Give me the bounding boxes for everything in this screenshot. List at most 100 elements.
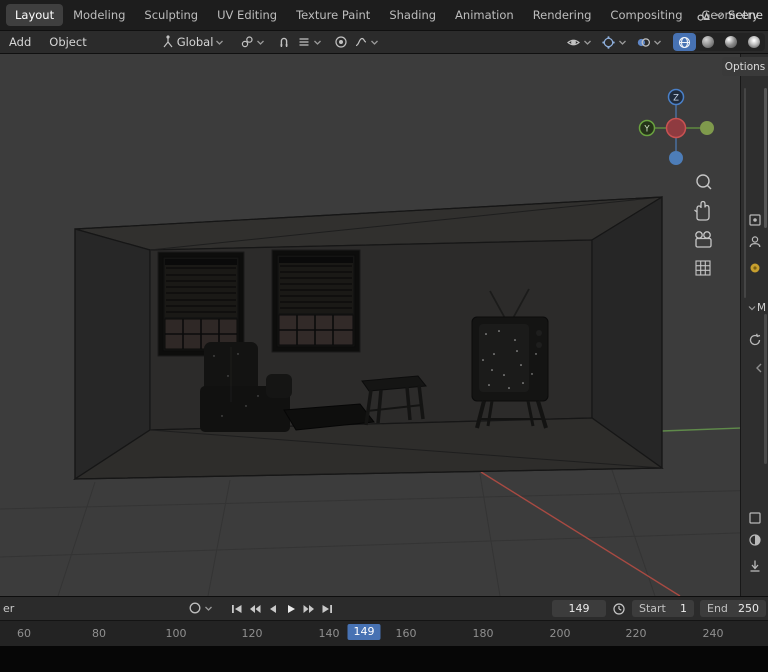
current-frame-value: 149 <box>569 602 590 615</box>
gizmo-neg-z-ball[interactable] <box>669 151 683 165</box>
window-right <box>272 250 360 352</box>
timeline-ruler[interactable]: 60 80 100 120 140 160 180 200 220 240 14… <box>0 620 768 646</box>
scene-selector[interactable]: Scene <box>696 0 763 30</box>
chevron-left-icon[interactable] <box>751 360 767 376</box>
next-keyframe-icon <box>302 602 316 616</box>
tab-sculpting[interactable]: Sculpting <box>135 4 207 26</box>
snap-with-dropdown[interactable] <box>294 35 325 49</box>
ruler-tick: 100 <box>166 627 187 640</box>
timeline-cropped-menu[interactable]: er <box>3 602 14 615</box>
magnet-icon <box>277 35 291 49</box>
snap-increment-icon <box>297 35 311 49</box>
tab-compositing[interactable]: Compositing <box>601 4 691 26</box>
3d-viewport[interactable]: Z Y <box>0 54 768 596</box>
playback-controls <box>228 600 336 617</box>
end-frame-field[interactable]: End 250 <box>700 600 766 617</box>
viewport-shading-group <box>673 33 765 51</box>
play-reverse-icon <box>266 602 280 616</box>
orientation-axes-icon <box>161 35 175 49</box>
proportional-editing-icon <box>334 35 348 49</box>
object-menu[interactable]: Object <box>40 35 95 49</box>
jump-to-start-button[interactable] <box>228 600 246 617</box>
tab-texture-paint[interactable]: Texture Paint <box>287 4 379 26</box>
ruler-tick: 240 <box>703 627 724 640</box>
gizmo-x-ball[interactable] <box>667 119 686 138</box>
scrollbar[interactable] <box>764 314 767 464</box>
scrollbar[interactable] <box>744 88 746 298</box>
falloff-curve-icon <box>354 35 368 49</box>
prev-keyframe-icon <box>248 602 262 616</box>
tab-layout[interactable]: Layout <box>6 4 63 26</box>
auto-key-icon <box>188 601 202 615</box>
play-button[interactable] <box>282 600 300 617</box>
add-menu[interactable]: Add <box>0 35 40 49</box>
play-reverse-button[interactable] <box>264 600 282 617</box>
ruler-tick: 220 <box>626 627 647 640</box>
tab-modeling[interactable]: Modeling <box>64 4 134 26</box>
wireframe-shading-icon <box>678 36 691 49</box>
visibility-dropdown[interactable] <box>563 35 595 50</box>
current-frame-field[interactable]: 149 <box>552 600 606 617</box>
gizmo-neg-y-ball[interactable] <box>700 121 714 135</box>
viewport-scene: Z Y <box>0 54 768 596</box>
ruler-tick: 140 <box>319 627 340 640</box>
material-shading-icon <box>725 36 737 48</box>
shading-rendered-button[interactable] <box>742 33 765 51</box>
editor-square-icon[interactable] <box>747 212 763 228</box>
show-gizmo-dropdown[interactable] <box>598 35 630 50</box>
options-button[interactable]: Options <box>722 57 768 76</box>
gizmo-y-label: Y <box>643 125 650 135</box>
next-keyframe-button[interactable] <box>300 600 318 617</box>
transform-orientation-dropdown[interactable]: Global <box>158 35 228 49</box>
clock-icon[interactable] <box>612 602 626 616</box>
frame-range-controls: 149 Start 1 End 250 <box>552 600 766 617</box>
tab-animation[interactable]: Animation <box>446 4 523 26</box>
chevron-down-icon <box>215 38 224 47</box>
show-overlays-dropdown[interactable] <box>633 35 665 50</box>
scene-yellow-icon[interactable] <box>747 260 763 276</box>
pivot-point-icon <box>240 35 254 49</box>
chevron-down-icon <box>256 38 265 47</box>
jump-end-icon <box>320 602 334 616</box>
ruler-tick: 160 <box>396 627 417 640</box>
viewport-header: Add Object Global <box>0 30 768 54</box>
jump-to-end-button[interactable] <box>318 600 336 617</box>
ruler-tick: 200 <box>550 627 571 640</box>
shading-solid-button[interactable] <box>696 33 719 51</box>
chevron-down-icon <box>715 11 724 20</box>
download-icon[interactable] <box>747 558 763 574</box>
ruler-tick: 120 <box>242 627 263 640</box>
overlays-icon <box>636 35 651 50</box>
tab-uv-editing[interactable]: UV Editing <box>208 4 286 26</box>
end-value: 250 <box>738 602 766 615</box>
ruler-tick: 80 <box>92 627 106 640</box>
snap-toggle-button[interactable] <box>274 35 294 49</box>
end-label: End <box>700 602 728 615</box>
object-person-icon[interactable] <box>747 234 763 250</box>
tab-shading[interactable]: Shading <box>380 4 445 26</box>
falloff-dropdown[interactable] <box>351 35 382 49</box>
proportional-editing-toggle[interactable] <box>331 35 351 49</box>
timeline-header: er <box>0 596 768 620</box>
chevron-down-icon <box>370 38 379 47</box>
auto-keying-toggle[interactable] <box>188 601 213 615</box>
scene-name-label: Scene <box>728 8 763 22</box>
refresh-icon[interactable] <box>747 332 763 348</box>
chevron-down-icon <box>653 38 662 47</box>
tab-rendering[interactable]: Rendering <box>524 4 601 26</box>
current-frame-indicator[interactable]: 149 <box>348 624 381 640</box>
contrast-icon[interactable] <box>747 532 763 548</box>
square-icon[interactable] <box>747 510 763 526</box>
shading-wireframe-button[interactable] <box>673 33 696 51</box>
pivot-point-dropdown[interactable] <box>237 35 268 49</box>
start-label: Start <box>632 602 666 615</box>
bottom-black-strip <box>0 646 768 672</box>
shading-material-button[interactable] <box>719 33 742 51</box>
collapsed-panel-toggle[interactable]: M <box>747 300 767 316</box>
prev-keyframe-button[interactable] <box>246 600 264 617</box>
chevron-down-icon <box>583 38 592 47</box>
start-frame-field[interactable]: Start 1 <box>632 600 694 617</box>
solid-shading-icon <box>702 36 714 48</box>
scrollbar[interactable] <box>764 88 767 228</box>
eye-icon <box>566 35 581 50</box>
